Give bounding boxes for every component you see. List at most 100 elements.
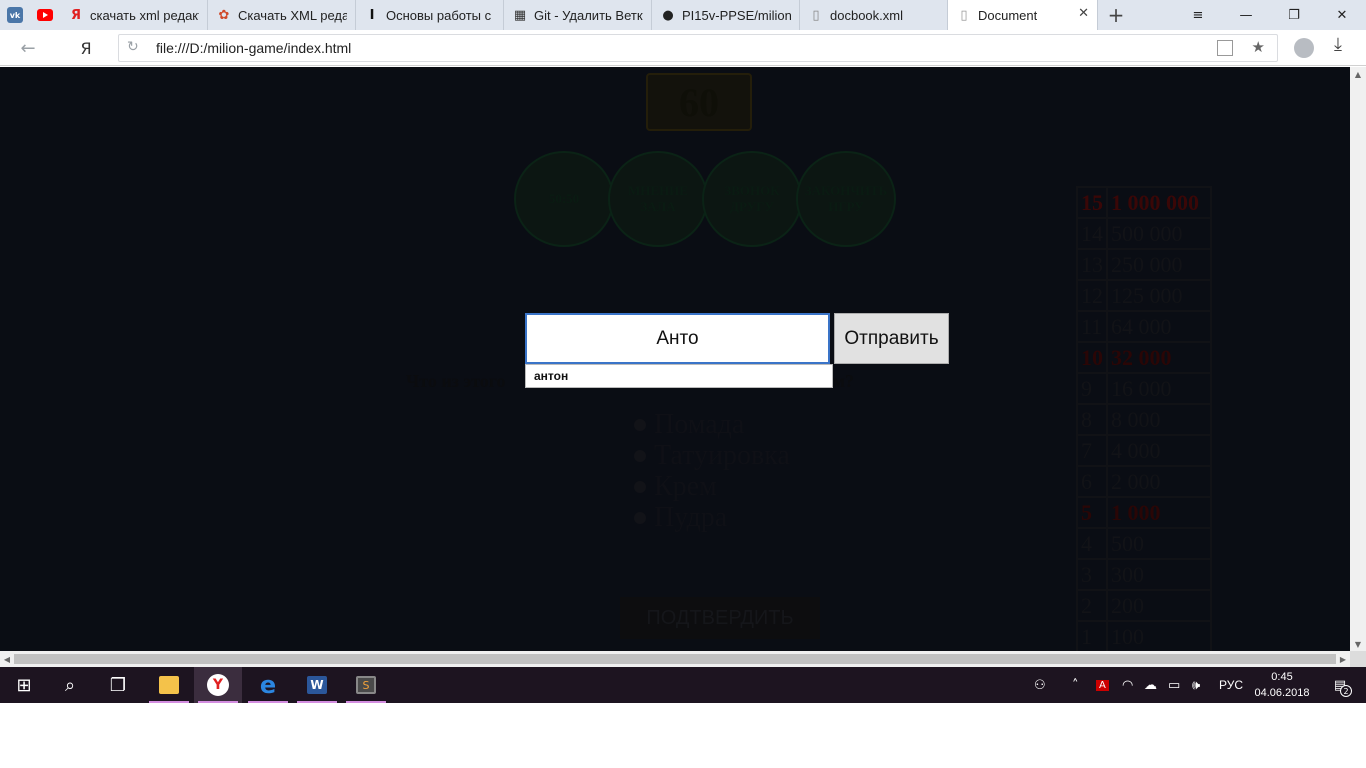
answer-label: Татуировка [654, 440, 790, 471]
browser-tab[interactable]: ✿ Скачать XML редак [208, 0, 356, 30]
taskbar-yandex-browser[interactable]: Y [194, 667, 242, 703]
prize-level-row: 1 100 [1076, 620, 1212, 651]
taskbar-file-explorer[interactable] [145, 667, 193, 703]
radio-icon [634, 450, 646, 462]
scroll-right-arrow-icon[interactable]: ▶ [1336, 651, 1350, 667]
browser-tab[interactable]: Яскачать xml редакт [60, 0, 208, 30]
horizontal-scroll-thumb[interactable] [14, 654, 1336, 664]
taskbar-word[interactable]: W [293, 667, 341, 703]
system-clock[interactable]: 0:45 04.06.2018 [1252, 667, 1312, 703]
prize-level-number: 8 [1076, 403, 1108, 436]
tab-active-document[interactable]: ▯ Document ✕ [948, 0, 1098, 30]
yandex-browser-icon: Y [207, 674, 229, 696]
windows-taskbar: ⊞ ⌕ ❐ Y e W S ⚇ ˄ A ◠ ☁ ▭ 🕪 РУС 0:45 04.… [0, 667, 1366, 703]
browser-tab[interactable]: ▯ docbook.xml [800, 0, 948, 30]
answer-option[interactable]: Крем [634, 471, 717, 503]
new-tab-button[interactable]: + [1098, 0, 1134, 30]
prize-amount: 100 [1106, 620, 1212, 651]
reader-mode-icon[interactable] [1217, 40, 1233, 56]
prize-level-row: 74 000 [1076, 434, 1212, 467]
show-hidden-icons-chevron-icon[interactable]: ˄ [1072, 667, 1079, 703]
prize-amount: 125 000 [1106, 279, 1212, 312]
input-language-indicator[interactable]: РУС [1219, 667, 1243, 703]
scroll-left-arrow-icon[interactable]: ◀ [0, 651, 14, 667]
prize-level-number: 10 [1076, 341, 1108, 374]
lifeline-audience[interactable]: МНЕНИЕ ЗАЛА [608, 151, 708, 247]
answer-label: Крем [654, 471, 717, 502]
prize-level-number: 5 [1076, 496, 1108, 529]
prize-amount: 250 000 [1106, 248, 1212, 281]
browser-tab[interactable]: I Основы работы с I [356, 0, 504, 30]
scroll-down-arrow-icon[interactable]: ▼ [1350, 637, 1366, 651]
lifeline-fifty-fifty[interactable]: 50:50 [514, 151, 614, 247]
pinned-tab-youtube[interactable] [30, 0, 60, 30]
scrollbar-corner [1350, 651, 1366, 667]
prize-amount: 500 000 [1106, 217, 1212, 250]
yandex-icon: Я [70, 7, 81, 23]
prize-amount: 8 000 [1106, 403, 1212, 436]
horizontal-scrollbar[interactable]: ◀ ▶ [0, 651, 1350, 667]
question-start: Что из этого [406, 371, 506, 391]
answer-option[interactable]: Помада [634, 409, 744, 441]
tab-label: Основы работы с I [386, 7, 495, 23]
battery-icon[interactable]: ▭ [1168, 667, 1180, 703]
prize-level-row: 13 250 000 [1076, 248, 1212, 281]
lifeline-phone-friend[interactable]: ЗВОНОК ДРУГУ [702, 151, 802, 247]
close-tab-icon[interactable]: ✕ [1078, 6, 1089, 21]
volume-icon[interactable]: 🕪 [1192, 667, 1200, 703]
yandex-home-button[interactable]: Я [74, 36, 98, 60]
lifeline-end-game[interactable]: ЗАКОНЧИТЬ ИГРУ [796, 151, 896, 247]
people-icon[interactable]: ⚇ [1034, 667, 1046, 703]
globe-icon[interactable] [1294, 38, 1314, 58]
browser-tab[interactable]: ▦ Git - Удалить Ветку [504, 0, 652, 30]
action-center-button[interactable]: ▤ 2 [1322, 667, 1358, 703]
youtube-icon [37, 9, 53, 21]
prize-amount: 500 [1106, 527, 1212, 560]
acrobat-tray-icon[interactable]: A [1096, 667, 1109, 703]
word-icon: W [307, 676, 327, 694]
prize-level-number: 15 [1076, 186, 1108, 219]
wifi-icon[interactable]: ◠ [1122, 667, 1133, 703]
prize-level-row: 2 200 [1076, 589, 1212, 622]
reload-icon[interactable]: ↻ [127, 39, 139, 55]
browser-tab[interactable]: ● PI15v-PPSE/milion- [652, 0, 800, 30]
prize-level-number: 6 [1076, 465, 1108, 498]
answer-option[interactable]: Татуировка [634, 440, 790, 472]
task-view-button[interactable]: ❐ [94, 667, 142, 703]
prize-amount: 1 000 000 [1106, 186, 1212, 219]
prize-level-number: 12 [1076, 279, 1108, 312]
notification-count-badge: 2 [1340, 685, 1352, 697]
confirm-button[interactable]: ПОДТВЕРДИТЬ [620, 597, 820, 639]
start-button[interactable]: ⊞ [0, 667, 48, 703]
prize-level-row: 11 64 000 [1076, 310, 1212, 343]
scroll-up-arrow-icon[interactable]: ▲ [1350, 67, 1366, 81]
back-arrow-icon[interactable]: ← [16, 36, 40, 60]
prize-amount: 1 000 [1106, 496, 1212, 529]
restore-button[interactable]: ❐ [1270, 0, 1318, 30]
prize-level-number: 9 [1076, 372, 1108, 405]
prize-level-number: 7 [1076, 434, 1108, 467]
submit-name-button[interactable]: Отправить [834, 313, 949, 364]
menu-button[interactable]: ≡ [1174, 0, 1222, 30]
pinned-tab-vk[interactable]: vk [0, 0, 30, 30]
bookmark-star-icon[interactable]: ★ [1252, 38, 1265, 56]
player-name-input[interactable]: Анто [525, 313, 830, 364]
onedrive-icon[interactable]: ☁ [1144, 667, 1157, 703]
prize-level-number: 14 [1076, 217, 1108, 250]
vk-icon: vk [7, 7, 23, 23]
taskbar-edge[interactable]: e [244, 667, 292, 703]
tab-label: Document [978, 7, 1038, 23]
autocomplete-suggestion[interactable]: антон [525, 364, 833, 388]
address-field[interactable]: ↻ file:///D:/milion-game/index.html ★ [118, 34, 1278, 62]
search-button[interactable]: ⌕ [46, 667, 94, 703]
clock-date: 04.06.2018 [1254, 687, 1310, 699]
taskbar-sublime[interactable]: S [342, 667, 390, 703]
minimize-button[interactable]: — [1222, 0, 1270, 30]
page-viewport: 60 50:50 МНЕНИЕ ЗАЛА ЗВОНОК ДРУГУ ЗАКОНЧ… [0, 67, 1350, 651]
vertical-scrollbar[interactable]: ▲ ▼ [1350, 67, 1366, 651]
answer-option[interactable]: Пудра [634, 502, 727, 534]
grid-icon: ▦ [513, 7, 527, 23]
prize-level-row: 12 125 000 [1076, 279, 1212, 312]
close-window-button[interactable]: ✕ [1318, 0, 1366, 30]
download-icon[interactable]: ⤓ [1334, 34, 1342, 55]
